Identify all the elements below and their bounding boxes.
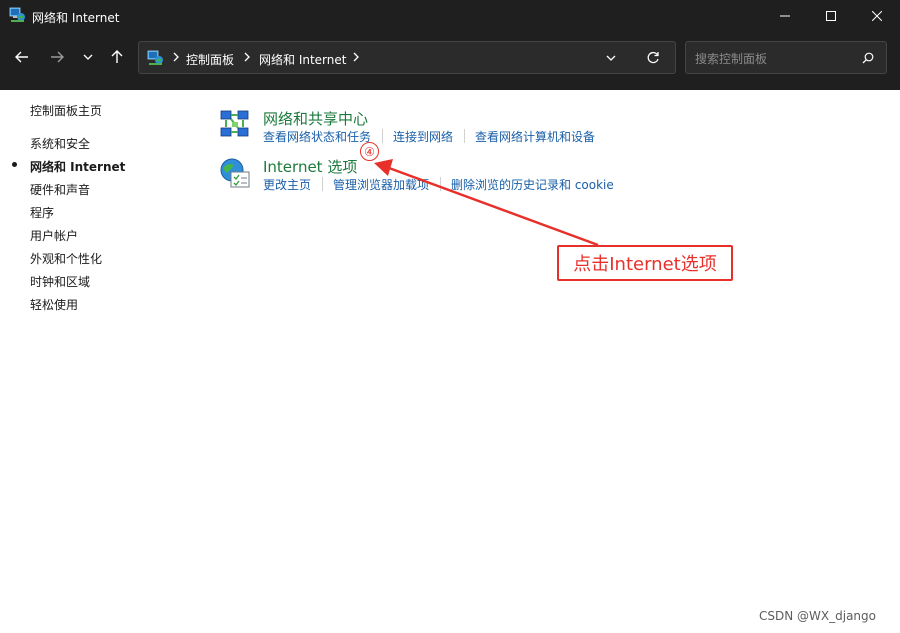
back-button[interactable] <box>9 44 35 70</box>
link-separator <box>322 177 323 191</box>
navigation-bar: 控制面板 网络和 Internet <box>0 32 900 90</box>
category-title-network-sharing-center[interactable]: 网络和共享中心 <box>263 108 368 129</box>
watermark-text: CSDN @WX_django <box>759 609 876 623</box>
window-title: 网络和 Internet <box>32 11 120 25</box>
link-view-network-computers[interactable]: 查看网络计算机和设备 <box>475 128 595 145</box>
control-panel-icon <box>147 50 163 65</box>
nav-network-internet[interactable]: 网络和 Internet <box>30 158 125 175</box>
search-input[interactable] <box>686 42 867 75</box>
chevron-down-icon[interactable] <box>605 52 617 64</box>
search-icon[interactable] <box>862 52 874 64</box>
annotation-callout: 点击Internet选项 <box>557 245 733 281</box>
address-bar[interactable]: 控制面板 网络和 Internet <box>138 41 676 74</box>
link-change-home-page[interactable]: 更改主页 <box>263 176 311 193</box>
title-bar: 网络和 Internet <box>0 0 900 32</box>
active-item-bullet <box>12 162 17 167</box>
recent-locations-button[interactable] <box>75 44 101 70</box>
arrow-right-icon <box>51 51 64 63</box>
nav-user-accounts[interactable]: 用户帐户 <box>30 227 78 244</box>
nav-ease-of-access[interactable]: 轻松使用 <box>30 296 78 313</box>
breadcrumb-network-internet[interactable]: 网络和 Internet <box>259 51 346 68</box>
link-separator <box>440 177 441 191</box>
nav-control-panel-home[interactable]: 控制面板主页 <box>30 102 102 119</box>
arrow-left-icon <box>15 51 28 63</box>
nav-appearance[interactable]: 外观和个性化 <box>30 250 102 267</box>
step-number-marker: ④ <box>360 142 379 161</box>
minimize-button[interactable] <box>762 0 808 32</box>
link-manage-browser-addons[interactable]: 管理浏览器加载项 <box>333 176 429 193</box>
minimize-icon <box>780 15 790 17</box>
link-separator <box>464 129 465 143</box>
internet-options-icon[interactable] <box>218 156 252 190</box>
arrow-up-icon <box>111 50 123 63</box>
breadcrumb-control-panel[interactable]: 控制面板 <box>186 51 234 68</box>
nav-programs[interactable]: 程序 <box>30 204 54 221</box>
nav-hardware-sound[interactable]: 硬件和声音 <box>30 181 90 198</box>
forward-button[interactable] <box>44 44 70 70</box>
network-sharing-center-icon[interactable] <box>218 108 252 142</box>
link-separator <box>382 129 383 143</box>
refresh-icon[interactable] <box>646 51 660 65</box>
category-title-internet-options[interactable]: Internet 选项 <box>263 156 357 177</box>
up-button[interactable] <box>104 44 130 70</box>
maximize-icon <box>826 11 836 21</box>
maximize-button[interactable] <box>808 0 854 32</box>
chevron-right-icon <box>173 52 179 62</box>
chevron-right-icon <box>244 52 250 62</box>
close-button[interactable] <box>854 0 900 32</box>
link-view-network-status[interactable]: 查看网络状态和任务 <box>263 128 371 145</box>
network-app-icon <box>9 7 25 22</box>
nav-system-security[interactable]: 系统和安全 <box>30 135 90 152</box>
nav-clock-region[interactable]: 时钟和区域 <box>30 273 90 290</box>
search-box[interactable] <box>685 41 887 75</box>
chevron-right-icon[interactable] <box>352 52 360 62</box>
link-delete-browsing-history[interactable]: 删除浏览的历史记录和 cookie <box>451 176 614 193</box>
link-connect-to-network[interactable]: 连接到网络 <box>393 128 453 145</box>
chevron-down-icon <box>83 54 93 60</box>
close-icon <box>872 11 882 21</box>
annotation-arrow <box>374 159 599 247</box>
